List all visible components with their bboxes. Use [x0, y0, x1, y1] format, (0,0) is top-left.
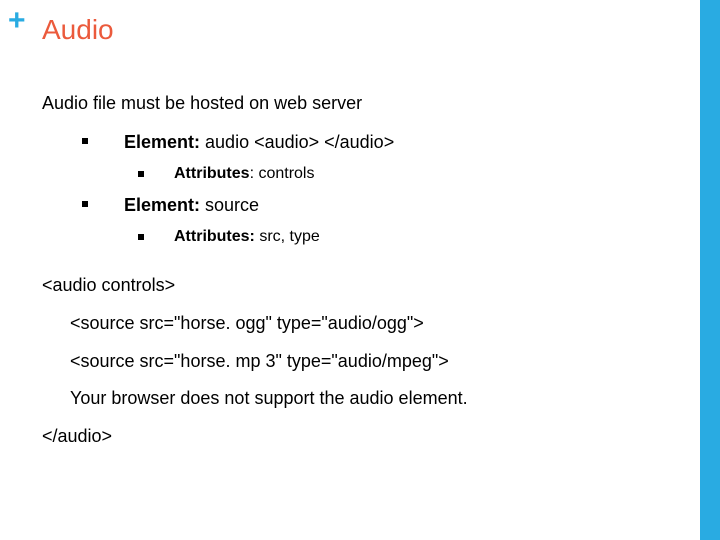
bullet-icon: [82, 138, 88, 144]
rest: : controls: [250, 165, 315, 182]
code-line: <source src="horse. ogg" type="audio/ogg…: [70, 305, 680, 343]
label: Element:: [124, 195, 200, 215]
list-text: Attributes: src, type: [174, 225, 320, 249]
list-text: Element: source: [124, 192, 259, 219]
bullet-icon: [138, 171, 144, 177]
accent-bar: [700, 0, 720, 540]
code-line: <source src="horse. mp 3" type="audio/mp…: [70, 343, 680, 381]
code-line: </audio>: [42, 418, 680, 456]
page-title: Audio: [42, 14, 114, 46]
list-item: Element: source: [82, 192, 680, 219]
rest: source: [200, 195, 259, 215]
label: Element:: [124, 132, 200, 152]
label: Attributes:: [174, 228, 255, 245]
list-item: Attributes: controls: [138, 162, 680, 186]
bullet-icon: [138, 234, 144, 240]
label: Attributes: [174, 165, 250, 182]
plus-icon: +: [8, 6, 26, 36]
list-item: Element: audio <audio> </audio>: [82, 129, 680, 156]
code-block: <audio controls> <source src="horse. ogg…: [42, 267, 680, 456]
rest: src, type: [255, 228, 320, 245]
code-line: Your browser does not support the audio …: [70, 380, 680, 418]
intro-text: Audio file must be hosted on web server: [42, 90, 680, 117]
slide: + Audio Audio file must be hosted on web…: [0, 0, 720, 540]
list-item: Attributes: src, type: [138, 225, 680, 249]
list-text: Element: audio <audio> </audio>: [124, 129, 394, 156]
code-line: <audio controls>: [42, 267, 680, 305]
bullet-icon: [82, 201, 88, 207]
rest: audio <audio> </audio>: [200, 132, 394, 152]
body: Audio file must be hosted on web server …: [42, 90, 680, 456]
list-text: Attributes: controls: [174, 162, 314, 186]
